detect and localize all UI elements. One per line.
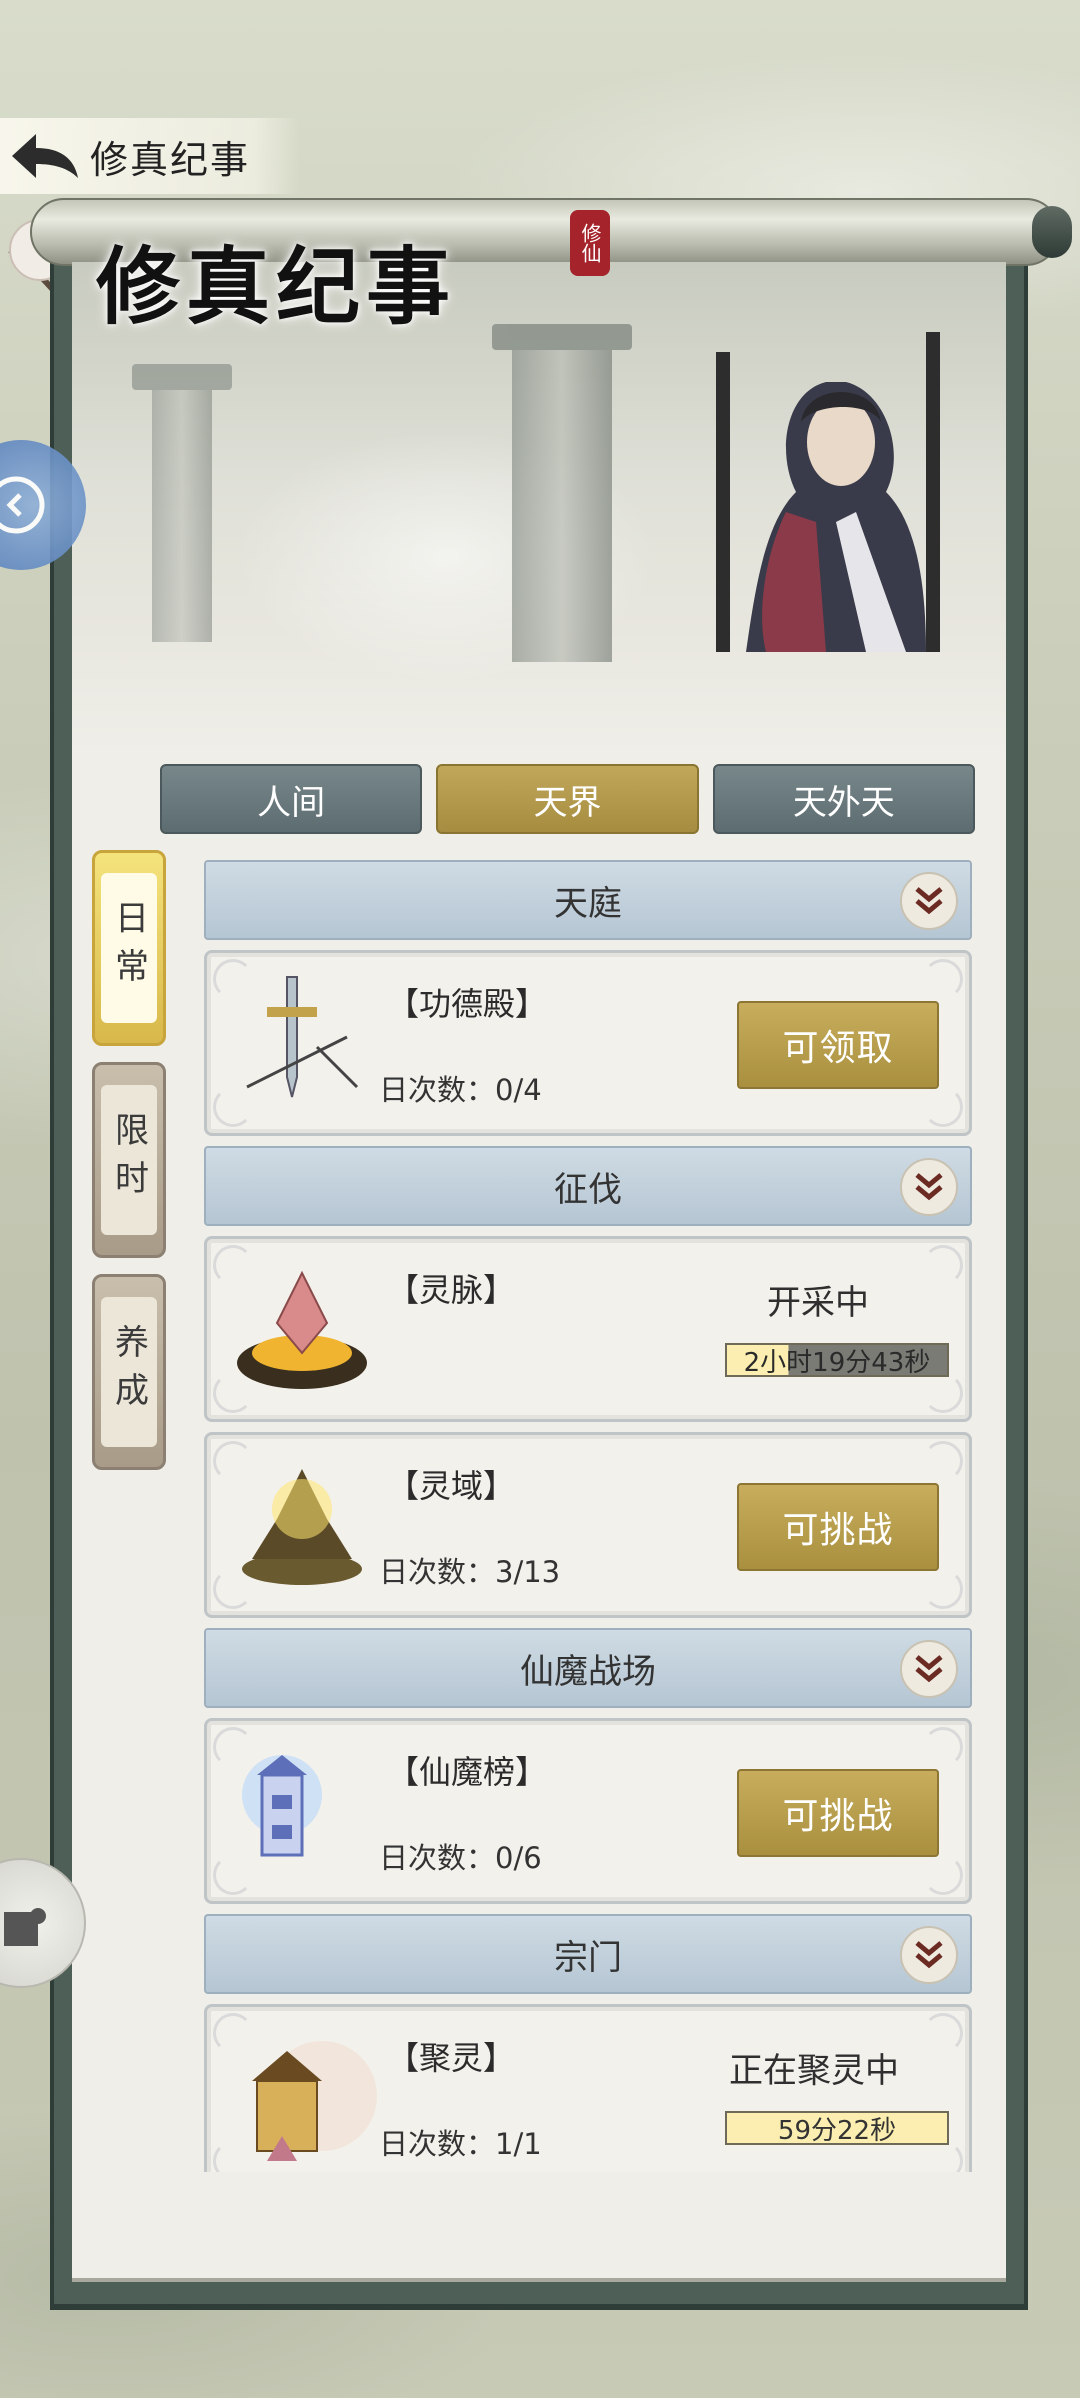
back-arrow-icon	[12, 134, 78, 178]
list-item: 【功德殿】 日次数：0/4 可领取	[204, 950, 972, 1136]
chevron-down-icon[interactable]	[900, 1926, 958, 1984]
challenge-button[interactable]: 可挑战	[737, 1769, 939, 1857]
daily-count: 日次数：0/6	[379, 1841, 542, 1875]
puzzle-icon	[4, 1908, 46, 1946]
section-title: 宗门	[554, 1937, 622, 1978]
spirit-crystal-icon	[237, 1270, 367, 1389]
category-daily[interactable]: 日常	[92, 850, 166, 1046]
chevron-down-icon[interactable]	[900, 872, 958, 930]
banner-title: 修真纪事	[96, 237, 457, 336]
claim-button[interactable]: 可领取	[737, 1001, 939, 1089]
section-header[interactable]: 天庭	[204, 860, 972, 940]
top-bar: 修真纪事	[0, 118, 300, 194]
item-name: 【灵域】	[387, 1467, 516, 1505]
back-button[interactable]	[0, 118, 90, 194]
category-label: 养成	[101, 1297, 157, 1447]
realm-tabs: 人间 天界 天外天	[160, 764, 975, 834]
tab-beyond-heaven[interactable]: 天外天	[712, 764, 975, 834]
hero-character-illustration	[716, 332, 940, 652]
tab-heaven-realm[interactable]: 天界	[436, 764, 699, 834]
item-name: 【仙魔榜】	[387, 1753, 548, 1791]
daily-count: 日次数：1/1	[379, 2127, 542, 2161]
category-sidebar: 日常 限时 养成	[92, 850, 172, 1486]
category-limited[interactable]: 限时	[92, 1062, 166, 1258]
countdown-timer: 2小时19分43秒	[725, 1343, 949, 1378]
banner-seal: 修仙	[570, 210, 610, 276]
daily-count: 日次数：3/13	[379, 1555, 561, 1589]
item-name: 【聚灵】	[387, 2039, 516, 2077]
chevron-left-icon	[0, 476, 45, 534]
floating-menu-button[interactable]	[0, 1858, 86, 1988]
section-title: 征伐	[554, 1169, 622, 1210]
section-title: 仙魔战场	[520, 1651, 656, 1692]
item-name: 【功德殿】	[387, 985, 548, 1023]
chevron-down-icon[interactable]	[900, 1640, 958, 1698]
chevron-down-icon[interactable]	[900, 1158, 958, 1216]
section-header[interactable]: 征伐	[204, 1146, 972, 1226]
activity-list: 天庭 【功德殿】 日次数：0/4 可领取 征伐 【灵脉】 开采中 2小时19分4…	[204, 860, 972, 2172]
category-cultivation[interactable]: 养成	[92, 1274, 166, 1470]
daily-count: 日次数：0/4	[379, 1073, 542, 1107]
status-text: 开采中	[767, 1283, 869, 1323]
stone-pillar	[492, 324, 632, 662]
spirit-domain-icon	[242, 1469, 362, 1585]
section-header[interactable]: 仙魔战场	[204, 1628, 972, 1708]
status-text: 正在聚灵中	[729, 2051, 899, 2091]
list-item: 【灵脉】 开采中 2小时19分43秒	[204, 1236, 972, 1422]
page-title: 修真纪事	[90, 137, 251, 182]
stone-pillar	[132, 364, 232, 642]
category-label: 日常	[101, 873, 157, 1023]
item-name: 【灵脉】	[387, 1271, 516, 1309]
category-label: 限时	[101, 1085, 157, 1235]
list-item: 【仙魔榜】 日次数：0/6 可挑战	[204, 1718, 972, 1904]
tab-human-realm[interactable]: 人间	[160, 764, 423, 834]
list-item: 【聚灵】 日次数：1/1 正在聚灵中 59分22秒	[204, 2004, 972, 2172]
celestial-tower-icon	[242, 1755, 322, 1857]
section-title: 天庭	[554, 883, 622, 924]
sword-weapon-icon	[246, 976, 359, 1098]
challenge-button[interactable]: 可挑战	[737, 1483, 939, 1571]
collapse-side-button[interactable]	[0, 440, 86, 570]
section-header[interactable]: 宗门	[204, 1914, 972, 1994]
countdown-timer: 59分22秒	[725, 2111, 949, 2146]
sect-palace-icon	[252, 2041, 377, 2161]
list-item: 【灵域】 日次数：3/13 可挑战	[204, 1432, 972, 1618]
